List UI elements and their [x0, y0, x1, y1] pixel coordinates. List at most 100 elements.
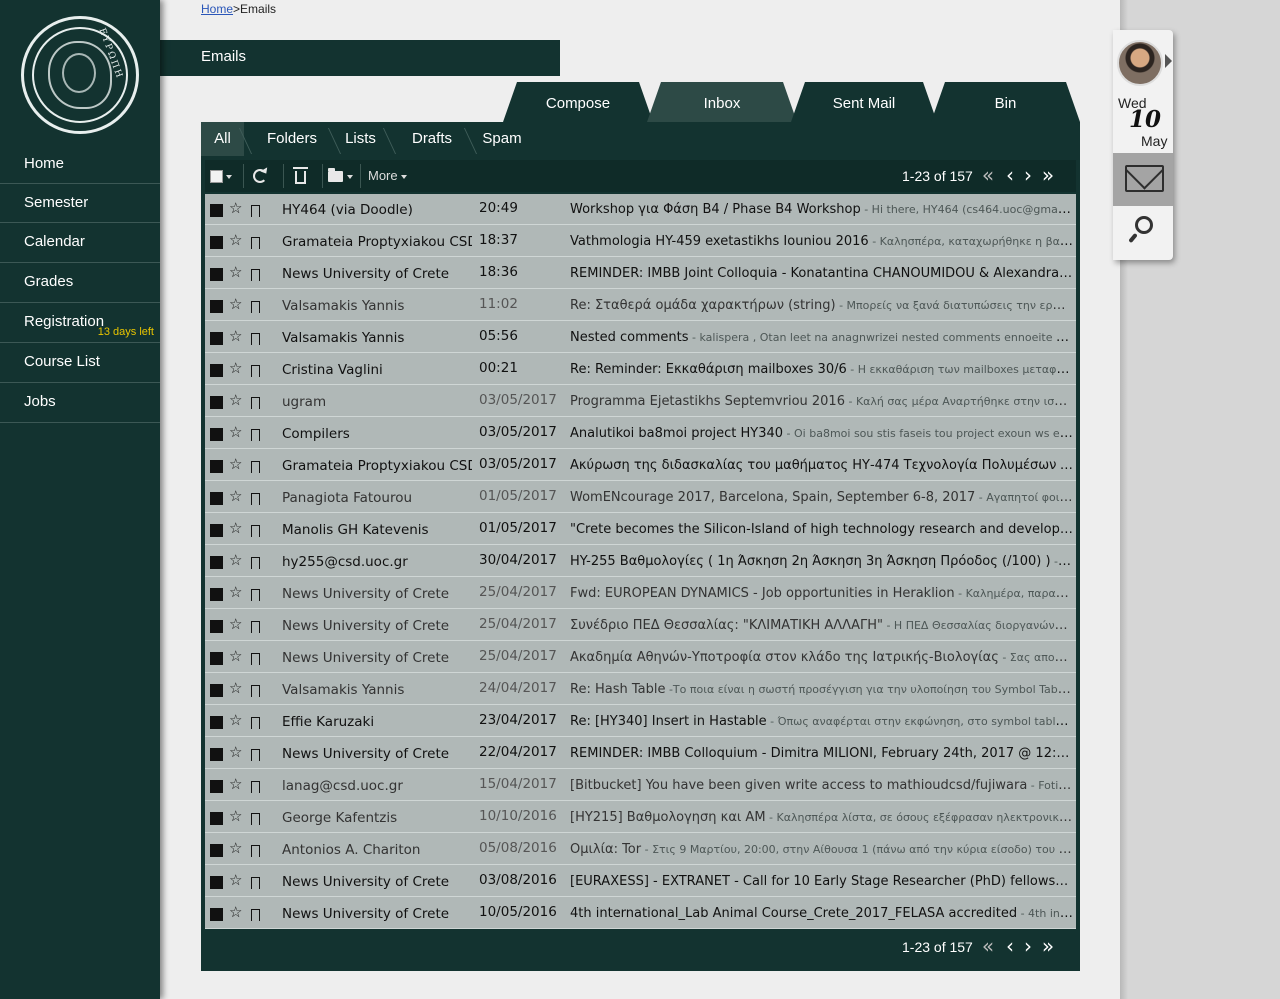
- row-checkbox[interactable]: [210, 460, 223, 473]
- row-checkbox[interactable]: [210, 300, 223, 313]
- star-icon[interactable]: ☆: [229, 263, 242, 281]
- email-subject[interactable]: Fwd: EUROPEAN DYNAMICS - Job opportuniti…: [570, 586, 1073, 601]
- filter-tab-drafts[interactable]: Drafts: [395, 122, 478, 156]
- filter-tab-all[interactable]: All: [201, 122, 253, 156]
- email-subject[interactable]: WomENcourage 2017, Barcelona, Spain, Sep…: [570, 490, 1073, 505]
- email-row[interactable]: ☆ hy255@csd.uoc.gr 30/04/2017 HY-255 Βαθμολ…: [205, 546, 1076, 577]
- tab-bin[interactable]: Bin: [931, 82, 1080, 122]
- row-checkbox[interactable]: [210, 588, 223, 601]
- row-checkbox[interactable]: [210, 652, 223, 665]
- bookmark-icon[interactable]: [251, 461, 260, 473]
- avatar[interactable]: [1117, 40, 1163, 86]
- email-subject[interactable]: Nested comments - kalispera , Otan leet …: [570, 330, 1073, 345]
- email-subject[interactable]: Ακύρωση της διδασκαλίας του μαθήματος ΗΥ…: [570, 458, 1073, 473]
- email-subject[interactable]: "Crete becomes the Silicon-Island of hig…: [570, 522, 1073, 537]
- email-row[interactable]: ☆ Effie Karuzaki 23/04/2017 Re: [HY340] Ins…: [205, 706, 1076, 737]
- avatar-caret-icon[interactable]: [1165, 54, 1172, 68]
- last-page-icon[interactable]: »: [1038, 165, 1058, 187]
- first-page-icon[interactable]: «: [978, 936, 998, 958]
- email-row[interactable]: ☆ News University of Crete 25/04/2017 Ακαδη…: [205, 642, 1076, 673]
- email-row[interactable]: ☆ News University of Crete 03/08/2016 [EURA…: [205, 866, 1076, 897]
- bookmark-icon[interactable]: [251, 205, 260, 217]
- bookmark-icon[interactable]: [251, 397, 260, 409]
- bookmark-icon[interactable]: [251, 333, 260, 345]
- bookmark-icon[interactable]: [251, 717, 260, 729]
- nav-item-registration[interactable]: Registration 13 days left: [0, 303, 160, 343]
- bookmark-icon[interactable]: [251, 557, 260, 569]
- filter-tab-lists[interactable]: Lists: [333, 122, 397, 156]
- bookmark-icon[interactable]: [251, 621, 260, 633]
- last-page-icon[interactable]: »: [1038, 936, 1058, 958]
- bookmark-icon[interactable]: [251, 653, 260, 665]
- row-checkbox[interactable]: [210, 620, 223, 633]
- next-page-icon[interactable]: ›: [1018, 936, 1038, 958]
- email-row[interactable]: ☆ George Kafentzis 10/10/2016 [HY215] Βαθμο…: [205, 802, 1076, 833]
- email-subject[interactable]: [HY215] Βαθμολογηση και ΑΜ - Καλησπέρα λ…: [570, 810, 1073, 825]
- nav-item-home[interactable]: Home: [0, 145, 160, 184]
- email-subject[interactable]: Workshop για Φάση B4 / Phase B4 Workshop…: [570, 202, 1073, 217]
- star-icon[interactable]: ☆: [229, 519, 242, 537]
- email-subject[interactable]: REMINDER: IMBB Colloquium - Dimitra MILI…: [570, 746, 1073, 761]
- email-subject[interactable]: Ακαδημία Αθηνών-Υποτροφία στον κλάδο της…: [570, 650, 1073, 665]
- row-checkbox[interactable]: [210, 780, 223, 793]
- email-row[interactable]: ☆ News University of Crete 25/04/2017 Fwd: …: [205, 578, 1076, 609]
- email-subject[interactable]: [Bitbucket] You have been given write ac…: [570, 778, 1073, 793]
- row-checkbox[interactable]: [210, 524, 223, 537]
- bookmark-icon[interactable]: [251, 749, 260, 761]
- bookmark-icon[interactable]: [251, 429, 260, 441]
- email-row[interactable]: ☆ Valsamakis Yannis 05:56 Nested comments -…: [205, 322, 1076, 353]
- first-page-icon[interactable]: «: [978, 165, 998, 187]
- bookmark-icon[interactable]: [251, 877, 260, 889]
- tab-compose[interactable]: Compose: [503, 82, 653, 122]
- bookmark-icon[interactable]: [251, 813, 260, 825]
- nav-item-grades[interactable]: Grades: [0, 263, 160, 303]
- row-checkbox[interactable]: [210, 812, 223, 825]
- row-checkbox[interactable]: [210, 396, 223, 409]
- star-icon[interactable]: ☆: [229, 583, 242, 601]
- row-checkbox[interactable]: [210, 876, 223, 889]
- star-icon[interactable]: ☆: [229, 455, 242, 473]
- email-subject[interactable]: Re: [HY340] Insert in Hastable - Όπως αν…: [570, 714, 1073, 729]
- select-all-dropdown[interactable]: [205, 160, 239, 192]
- star-icon[interactable]: ☆: [229, 359, 242, 377]
- row-checkbox[interactable]: [210, 332, 223, 345]
- email-row[interactable]: ☆ Valsamakis Yannis 24/04/2017 Re: Hash Tab…: [205, 674, 1076, 705]
- star-icon[interactable]: ☆: [229, 327, 242, 345]
- star-icon[interactable]: ☆: [229, 423, 242, 441]
- nav-item-course-list[interactable]: Course List: [0, 343, 160, 383]
- bookmark-icon[interactable]: [251, 493, 260, 505]
- star-icon[interactable]: ☆: [229, 647, 242, 665]
- breadcrumb-home-link[interactable]: Home: [201, 2, 233, 16]
- email-row[interactable]: ☆ Gramateia Proptyxiakou CSD 03/05/2017 Ακύ…: [205, 450, 1076, 481]
- star-icon[interactable]: ☆: [229, 199, 242, 217]
- star-icon[interactable]: ☆: [229, 391, 242, 409]
- row-checkbox[interactable]: [210, 716, 223, 729]
- move-to-folder-dropdown[interactable]: [328, 160, 356, 192]
- email-row[interactable]: ☆ News University of Crete 25/04/2017 Συνέδ…: [205, 610, 1076, 641]
- row-checkbox[interactable]: [210, 204, 223, 217]
- email-subject[interactable]: REMINDER: IMBB Joint Colloquia - Konatan…: [570, 266, 1073, 281]
- row-checkbox[interactable]: [210, 556, 223, 569]
- email-row[interactable]: ☆ Gramateia Proptyxiakou CSD 18:37 Vathmolo…: [205, 226, 1076, 257]
- bookmark-icon[interactable]: [251, 365, 260, 377]
- star-icon[interactable]: ☆: [229, 871, 242, 889]
- email-subject[interactable]: Programma Ejetastikhs Septemvriou 2016 -…: [570, 394, 1073, 409]
- email-row[interactable]: ☆ News University of Crete 22/04/2017 REMIN…: [205, 738, 1076, 769]
- email-subject[interactable]: Re: Reminder: Εκκαθάριση mailboxes 30/6 …: [570, 362, 1073, 377]
- row-checkbox[interactable]: [210, 684, 223, 697]
- bookmark-icon[interactable]: [251, 269, 260, 281]
- email-subject[interactable]: HY-255 Βαθμολογίες ( 1η Άσκηση 2η Άσκηση…: [570, 554, 1073, 569]
- star-icon[interactable]: ☆: [229, 679, 242, 697]
- filter-tab-spam[interactable]: Spam: [471, 122, 533, 156]
- email-row[interactable]: ☆ Antonios A. Chariton 05/08/2016 Ομιλία: T…: [205, 834, 1076, 865]
- bookmark-icon[interactable]: [251, 301, 260, 313]
- email-row[interactable]: ☆ HY464 (via Doodle) 20:49 Workshop για Φάσ…: [205, 194, 1076, 225]
- bookmark-icon[interactable]: [251, 909, 260, 921]
- email-row[interactable]: ☆ Panagiota Fatourou 01/05/2017 WomENcourag…: [205, 482, 1076, 513]
- prev-page-icon[interactable]: ‹: [1000, 936, 1020, 958]
- bookmark-icon[interactable]: [251, 589, 260, 601]
- bookmark-icon[interactable]: [251, 525, 260, 537]
- email-row[interactable]: ☆ News University of Crete 18:36 REMINDER: …: [205, 258, 1076, 289]
- bookmark-icon[interactable]: [251, 237, 260, 249]
- refresh-button[interactable]: [253, 160, 273, 192]
